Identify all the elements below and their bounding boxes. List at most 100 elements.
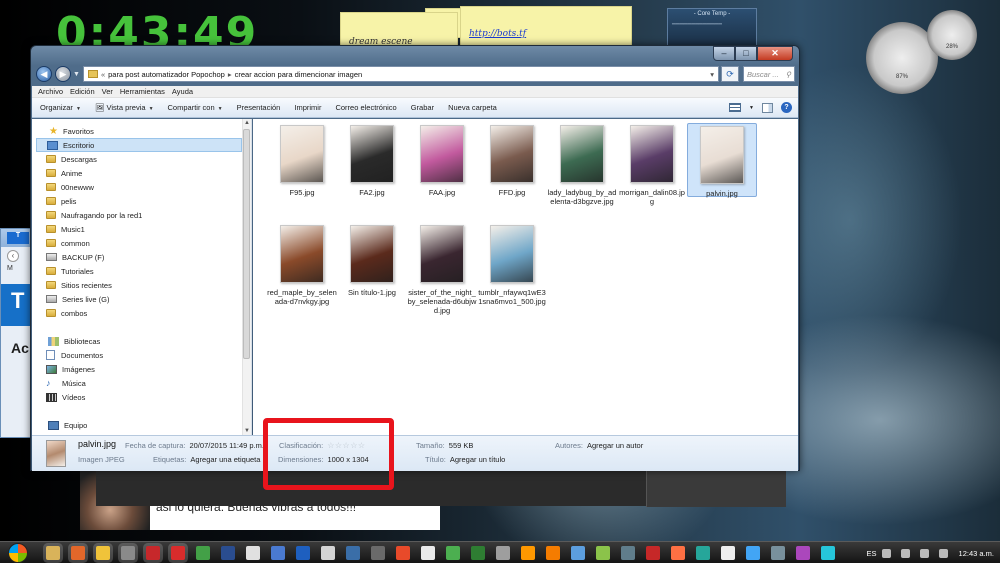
taskbar-app-icon[interactable] (471, 545, 485, 560)
taskbar-app-icon[interactable] (796, 545, 810, 560)
file-item[interactable]: lady_ladybug_by_adelenta-d3bgzve.jpg (547, 125, 617, 206)
volume-icon[interactable] (919, 548, 929, 558)
taskbar-app-icon[interactable] (271, 545, 285, 560)
taskbar-app-icon[interactable] (371, 545, 385, 560)
refresh-button[interactable]: ⟳ (721, 66, 739, 82)
address-dropdown-icon[interactable]: ▾ (710, 70, 714, 79)
taskbar-app-icon[interactable] (171, 545, 185, 560)
taskbar-app-icon[interactable] (721, 545, 735, 560)
nav-item-musica[interactable]: ♪ Música (46, 376, 86, 390)
back-button[interactable]: ◀ (36, 66, 52, 82)
language-indicator[interactable]: ES (867, 549, 877, 558)
taskbar-app-icon[interactable] (46, 545, 60, 560)
taskbar-app-icon[interactable] (246, 545, 260, 560)
nav-scrollbar-thumb[interactable] (243, 129, 250, 359)
menu-ayuda[interactable]: Ayuda (172, 87, 193, 96)
nav-item-videos[interactable]: Vídeos (46, 390, 85, 404)
title-bar[interactable]: – □ ✕ (31, 46, 799, 62)
nav-item-music1[interactable]: Music1 (46, 222, 85, 236)
chevron-down-icon[interactable]: ▼ (749, 105, 754, 111)
new-folder-button[interactable]: Nueva carpeta (448, 103, 497, 112)
nav-item-imagenes[interactable]: Imágenes (46, 362, 95, 376)
breadcrumb-chevron-icon[interactable]: « (101, 70, 105, 79)
details-value[interactable]: Agregar un autor (587, 441, 643, 450)
taskbar-app-icon[interactable] (321, 545, 335, 560)
breadcrumb-segment[interactable]: crear accion para dimencionar imagen (235, 70, 363, 79)
taskbar-app-icon[interactable] (621, 545, 635, 560)
menu-edicion[interactable]: Edición (70, 87, 95, 96)
taskbar-app-icon[interactable] (571, 545, 585, 560)
nav-item-combos[interactable]: combos (46, 306, 87, 320)
menu-ver[interactable]: Ver (102, 87, 113, 96)
file-item[interactable]: FFD.jpg (477, 125, 547, 197)
taskbar-app-icon[interactable] (521, 545, 535, 560)
burn-button[interactable]: Grabar (411, 103, 434, 112)
slideshow-button[interactable]: Presentación (237, 103, 281, 112)
preview-button[interactable]: 🖼 Vista previa ▼ (95, 103, 154, 112)
maximize-button[interactable]: □ (735, 46, 757, 61)
address-bar[interactable]: « para post automatizador Popochop ▸ cre… (82, 66, 719, 82)
note-link[interactable]: http://bots.tf (469, 29, 526, 39)
nav-item-documentos[interactable]: Documentos (46, 348, 103, 362)
file-item[interactable]: Sin título-1.jpg (337, 225, 407, 297)
details-value[interactable]: Agregar un título (450, 455, 505, 464)
breadcrumb-chevron-icon[interactable]: ▸ (228, 70, 232, 79)
menu-archivo[interactable]: Archivo (38, 87, 63, 96)
nav-favorites[interactable]: ★ Favoritos (48, 124, 94, 138)
taskbar-app-icon[interactable] (646, 545, 660, 560)
taskbar-app-icon[interactable] (121, 545, 135, 560)
nav-item-descargas[interactable]: Descargas (46, 152, 97, 166)
file-item[interactable]: FAA.jpg (407, 125, 477, 197)
scroll-down-icon[interactable]: ▼ (244, 428, 250, 434)
file-item-selected[interactable]: palvin.jpg (687, 123, 757, 198)
close-button[interactable]: ✕ (757, 46, 793, 61)
organize-button[interactable]: Organizar ▼ (40, 103, 81, 112)
email-button[interactable]: Correo electrónico (335, 103, 396, 112)
file-item[interactable]: tumblr_nfaywq1wE31sna6mvo1_500.jpg (477, 225, 547, 306)
file-item[interactable]: F95.jpg (267, 125, 337, 197)
taskbar-app-icon[interactable] (746, 545, 760, 560)
share-button[interactable]: Compartir con ▼ (168, 103, 223, 112)
tray-icon[interactable] (881, 548, 891, 558)
details-value[interactable]: 20/07/2015 11:49 p.m. (189, 441, 264, 450)
taskbar-app-icon[interactable] (71, 545, 85, 560)
preview-pane-icon[interactable] (762, 102, 773, 113)
taskbar-app-icon[interactable] (396, 545, 410, 560)
taskbar-clock[interactable]: 12:43 a.m. (959, 549, 994, 558)
print-button[interactable]: Imprimir (294, 103, 321, 112)
nav-item-pelis[interactable]: pelis (46, 194, 76, 208)
change-view-icon[interactable] (729, 103, 742, 112)
search-input[interactable]: Buscar ... ⚲ (743, 66, 795, 82)
taskbar-app-icon[interactable] (696, 545, 710, 560)
taskbar-app-icon[interactable] (546, 545, 560, 560)
back-icon[interactable]: ‹ (7, 250, 19, 262)
taskbar-app-icon[interactable] (596, 545, 610, 560)
file-item[interactable]: morrigan_dalin08.jpg (617, 125, 687, 206)
details-value[interactable]: Agregar una etiqueta (190, 455, 260, 464)
taskbar-app-icon[interactable] (771, 545, 785, 560)
taskbar-app-icon[interactable] (146, 545, 160, 560)
menu-herramientas[interactable]: Herramientas (120, 87, 165, 96)
taskbar-app-icon[interactable] (421, 545, 435, 560)
file-explorer-window[interactable]: – □ ✕ ◀ ▶ ▼ « para post automatizador Po… (30, 45, 800, 471)
nav-item-00newww[interactable]: 00newww (46, 180, 94, 194)
start-button[interactable] (8, 542, 28, 563)
nav-item-anime[interactable]: Anime (46, 166, 82, 180)
taskbar-app-icon[interactable] (821, 545, 835, 560)
taskbar-app-icon[interactable] (296, 545, 310, 560)
minimize-button[interactable]: – (713, 46, 735, 61)
nav-item-naufragando[interactable]: Naufragando por la red1 (46, 208, 142, 222)
file-item[interactable]: FA2.jpg (337, 125, 407, 197)
forward-button[interactable]: ▶ (55, 66, 71, 82)
nav-computer[interactable]: Equipo (48, 418, 87, 432)
file-item[interactable]: red_maple_by_selenada-d7nvkgy.jpg (267, 225, 337, 306)
nav-item-backup[interactable]: BACKUP (F) (46, 250, 104, 264)
taskbar-app-icon[interactable] (446, 545, 460, 560)
taskbar-app-icon[interactable] (196, 545, 210, 560)
taskbar-app-icon[interactable] (671, 545, 685, 560)
nav-item-tutoriales[interactable]: Tutoriales (46, 264, 94, 278)
file-item[interactable]: sister_of_the_night_by_selenada-d6ubjwd.… (407, 225, 477, 315)
taskbar-app-icon[interactable] (221, 545, 235, 560)
scroll-up-icon[interactable]: ▲ (244, 120, 250, 126)
network-icon[interactable] (900, 548, 910, 558)
